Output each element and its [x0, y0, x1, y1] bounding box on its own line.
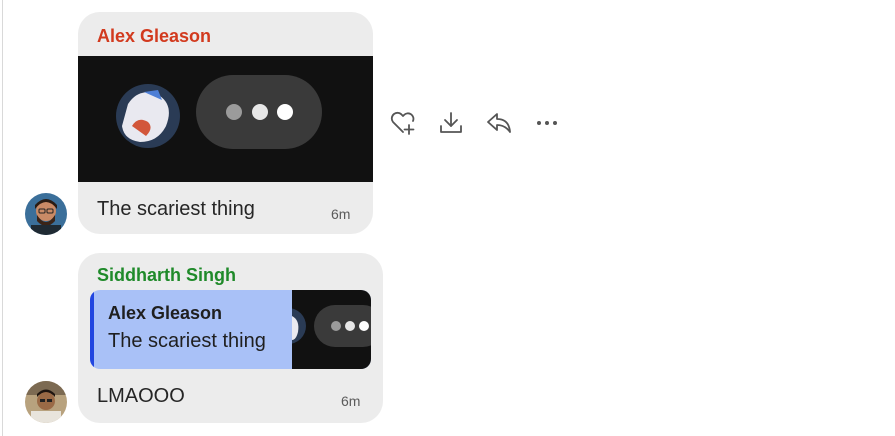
quote-media-thumbnail [292, 290, 371, 369]
reply-quote[interactable]: Alex Gleason The scariest thing [90, 290, 371, 369]
message-bubble[interactable]: Alex Gleason The scariest thing 6m [78, 12, 373, 234]
quote-accent-bar [90, 290, 94, 369]
media-attachment[interactable] [78, 56, 373, 182]
download-icon[interactable] [432, 108, 470, 138]
sender-name[interactable]: Siddharth Singh [97, 265, 236, 286]
message-actions-toolbar [384, 108, 566, 138]
message-text: The scariest thing [97, 198, 255, 220]
message-bubble[interactable]: Siddharth Singh Alex Gleason The scaries… [78, 253, 383, 423]
quote-sender-name: Alex Gleason [108, 303, 223, 323]
avatar[interactable] [25, 193, 67, 235]
sender-name[interactable]: Alex Gleason [97, 26, 211, 47]
heart-plus-icon[interactable] [384, 108, 422, 138]
message-timestamp: 6m [341, 393, 361, 409]
reply-icon[interactable] [480, 108, 518, 138]
media-preview-image [116, 75, 322, 149]
quote-text: The scariest thing [108, 330, 266, 352]
chat-left-border [2, 0, 3, 436]
message-timestamp: 6m [331, 206, 351, 222]
avatar[interactable] [25, 381, 67, 423]
message-text: LMAOOO [97, 385, 185, 407]
more-icon[interactable] [528, 108, 566, 138]
